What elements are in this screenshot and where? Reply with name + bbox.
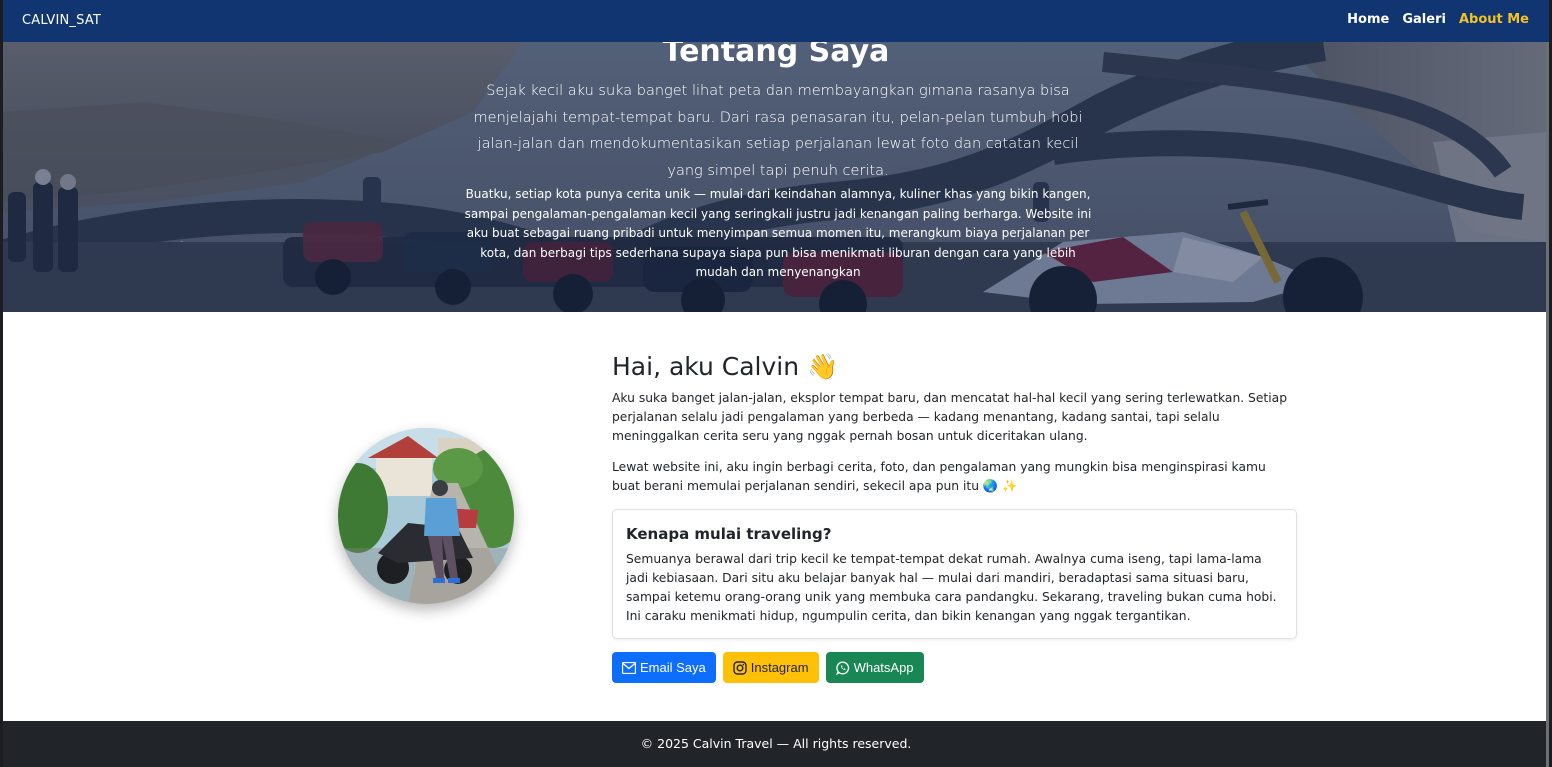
- instagram-icon: [733, 660, 747, 675]
- instagram-button-label: Instagram: [750, 660, 809, 675]
- nav-link-galeri[interactable]: Galeri: [1402, 12, 1446, 27]
- hero-section: Tentang Saya Sejak kecil aku suka banget…: [3, 42, 1549, 312]
- about-paragraph-2: Lewat website ini, aku ingin berbagi cer…: [612, 459, 1266, 493]
- about-paragraph-1: Aku suka banget jalan-jalan, eksplor tem…: [612, 391, 1288, 444]
- footer-copyright: © 2025 Calvin Travel — All rights reserv…: [640, 736, 912, 751]
- email-button[interactable]: Email Saya: [612, 652, 716, 683]
- hero-sub-text: Buatku, setiap kota punya cerita unik — …: [464, 187, 1092, 279]
- about-content: Hai, aku Calvin 👋 Aku suka banget jalan-…: [612, 350, 1297, 683]
- envelope-icon: [622, 661, 636, 674]
- waving-hand-icon: 👋: [807, 352, 839, 381]
- card-text: Semuanya berawal dari trip kecil ke temp…: [626, 552, 1277, 623]
- hero-title: Tentang Saya: [662, 42, 890, 69]
- scrollbar[interactable]: [1546, 30, 1549, 767]
- profile-photo: [338, 428, 514, 604]
- instagram-button[interactable]: Instagram: [722, 652, 819, 683]
- card-title: Kenapa mulai traveling?: [626, 525, 832, 543]
- whatsapp-button-label: WhatsApp: [853, 660, 914, 675]
- hero-lead-text: Sejak kecil aku suka banget lihat peta d…: [473, 83, 1083, 179]
- nav-link-home[interactable]: Home: [1347, 12, 1389, 27]
- greeting-heading: Hai, aku Calvin 👋: [612, 350, 1297, 384]
- why-travel-card: Kenapa mulai traveling? Semuanya berawal…: [612, 509, 1297, 639]
- page: CALVIN_SAT Home Galeri About Me Tentang …: [3, 0, 1549, 767]
- navbar: CALVIN_SAT Home Galeri About Me: [3, 0, 1549, 42]
- nav-link-about-me[interactable]: About Me: [1459, 12, 1529, 27]
- whatsapp-icon: [835, 661, 849, 675]
- whatsapp-button[interactable]: WhatsApp: [825, 652, 924, 683]
- contact-buttons: Email Saya Instagram WhatsApp: [612, 652, 924, 683]
- nav-links: Home Galeri About Me: [1347, 12, 1529, 27]
- email-button-label: Email Saya: [640, 660, 706, 675]
- brand-logo-text[interactable]: CALVIN_SAT: [22, 13, 101, 28]
- greeting-text: Hai, aku Calvin: [612, 352, 800, 381]
- footer: © 2025 Calvin Travel — All rights reserv…: [3, 721, 1549, 767]
- profile-avatar: [338, 428, 514, 604]
